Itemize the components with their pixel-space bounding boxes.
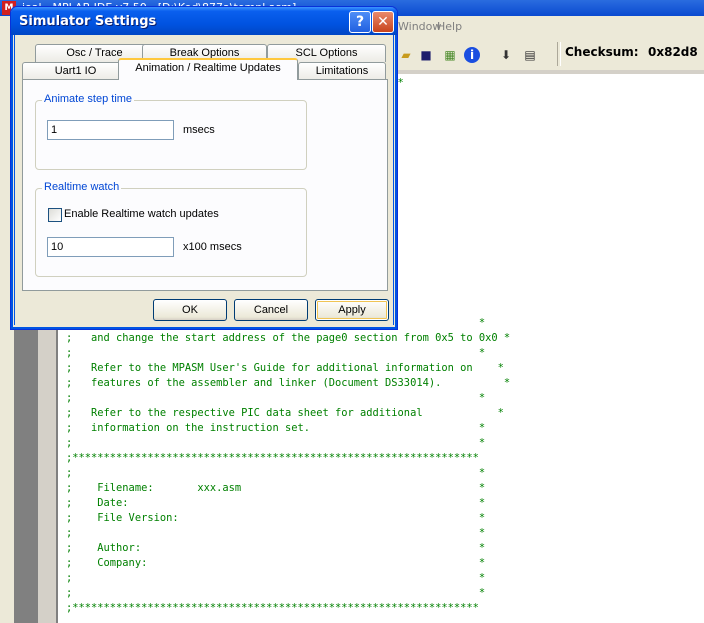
- help-button[interactable]: ?: [349, 11, 371, 33]
- realtime-watch-unit: x100 msecs: [183, 241, 242, 253]
- checksum-label: Checksum:: [565, 45, 639, 59]
- apply-button[interactable]: Apply: [315, 299, 389, 321]
- menu-window[interactable]: Window: [398, 20, 441, 33]
- animate-step-unit: msecs: [183, 124, 215, 136]
- menu-help[interactable]: Help: [437, 20, 462, 33]
- code-line: ; features of the assembler and linker (…: [66, 377, 511, 389]
- cancel-button[interactable]: Cancel: [234, 299, 308, 321]
- dialog-title: Simulator Settings: [19, 14, 157, 29]
- code-line: ; *: [66, 587, 486, 599]
- code-line: ; *: [66, 347, 486, 359]
- animate-step-input[interactable]: [47, 120, 174, 140]
- tab-panel: Animate step time msecs Realtime watch E…: [22, 79, 388, 291]
- toolbar-separator: [557, 42, 561, 66]
- code-line: ; Author: *: [66, 542, 486, 554]
- code-line: ; and change the start address of the pa…: [66, 332, 511, 344]
- animate-step-group: Animate step time msecs: [35, 93, 307, 170]
- animate-step-label: Animate step time: [42, 93, 135, 105]
- code-line: ; information on the instruction set. *: [66, 422, 486, 434]
- ok-button[interactable]: OK: [153, 299, 227, 321]
- realtime-watch-input[interactable]: [47, 237, 174, 257]
- code-line: ;***************************************…: [66, 452, 479, 464]
- tab-animation-realtime-updates[interactable]: Animation / Realtime Updates: [118, 58, 298, 80]
- code-line: ; Filename: xxx.asm *: [66, 482, 486, 494]
- save-icon[interactable]: ■: [418, 47, 434, 63]
- dialog-titlebar[interactable]: Simulator Settings ? ✕: [11, 7, 397, 35]
- code-line: ; Company: *: [66, 557, 486, 569]
- code-line: ; *: [66, 467, 486, 479]
- realtime-watch-checkbox-label[interactable]: Enable Realtime watch updates: [64, 208, 219, 220]
- code-line: ; File Version: *: [66, 512, 486, 524]
- close-button[interactable]: ✕: [372, 11, 394, 33]
- realtime-watch-group: Realtime watch Enable Realtime watch upd…: [35, 181, 307, 277]
- tab-limitations[interactable]: Limitations: [298, 62, 386, 80]
- code-line: ; *: [66, 392, 486, 404]
- code-line: ; Refer to the MPASM User's Guide for ad…: [66, 362, 504, 374]
- build-icon[interactable]: ▦: [442, 47, 458, 63]
- open-folder-icon[interactable]: ▰: [398, 47, 414, 63]
- realtime-watch-checkbox[interactable]: [48, 208, 62, 222]
- code-line: ;***************************************…: [66, 602, 479, 614]
- realtime-watch-label: Realtime watch: [42, 181, 122, 193]
- code-line: ; *: [66, 437, 486, 449]
- info-icon[interactable]: i: [464, 47, 480, 63]
- simulator-settings-dialog: Simulator Settings ? ✕ Osc / Trace Break…: [10, 6, 398, 330]
- chip-icon[interactable]: ▤: [522, 47, 538, 63]
- download-icon[interactable]: ⬇: [498, 47, 514, 63]
- code-line: ; Date: *: [66, 497, 486, 509]
- code-line: ; Refer to the respective PIC data sheet…: [66, 407, 504, 419]
- tab-uart1-io[interactable]: Uart1 IO: [22, 62, 129, 80]
- code-line: ; *: [66, 572, 486, 584]
- code-line: ; *: [66, 527, 486, 539]
- checksum-value: 0x82d8: [648, 45, 698, 59]
